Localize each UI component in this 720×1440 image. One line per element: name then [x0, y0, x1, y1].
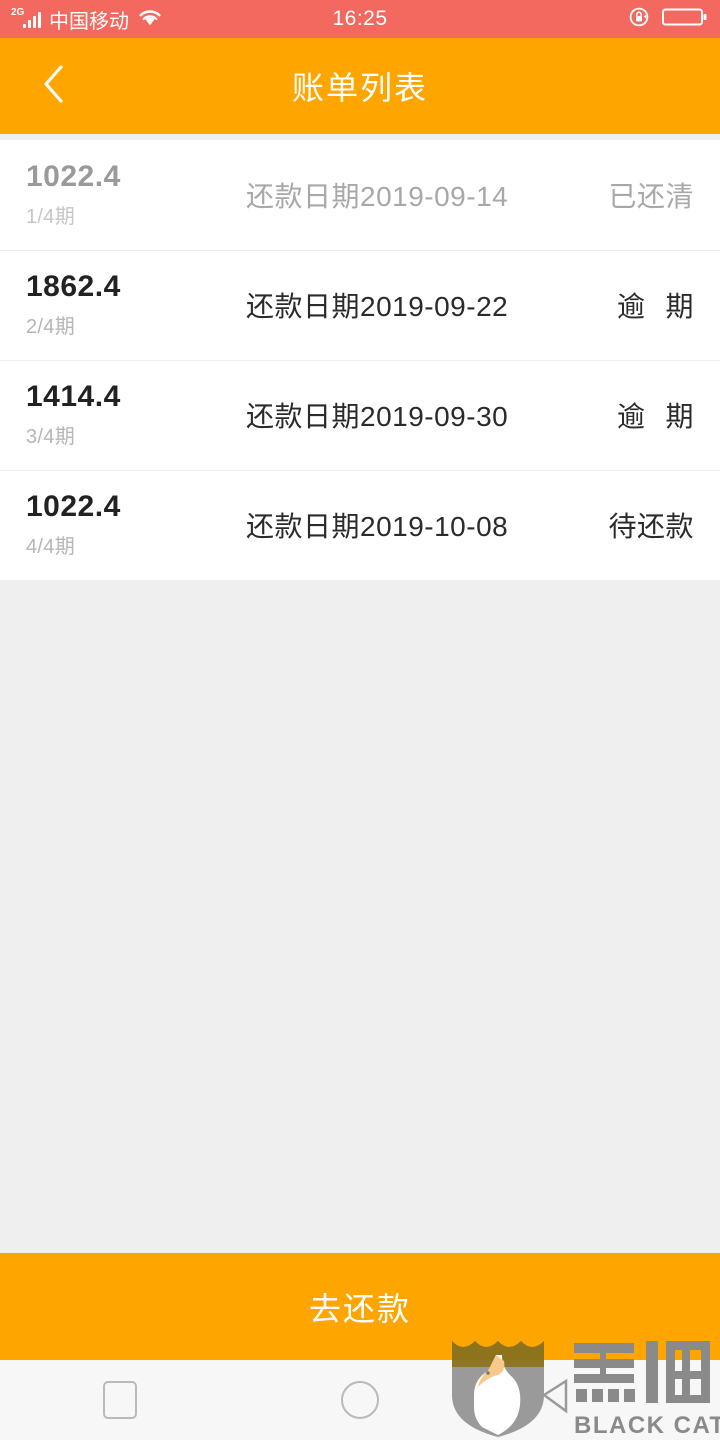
status-char-b: 期: [665, 401, 694, 432]
circle-home-icon: [341, 1381, 379, 1419]
home-button[interactable]: [240, 1381, 480, 1419]
bill-list: 1022.4 1/4期 还款日期2019-09-14 已还清 1862.4 2/…: [0, 140, 720, 580]
status-char-a: 逾: [616, 401, 646, 432]
rotation-lock-icon: [628, 5, 652, 34]
row-date: 还款日期2019-09-14: [246, 181, 509, 212]
status-badge: 已还清: [608, 181, 694, 212]
status-badge: 逾期: [544, 395, 694, 435]
row-term: 1/4期: [26, 206, 76, 229]
row-amount-cell: 1414.4 3/4期: [26, 381, 246, 450]
repay-button[interactable]: 去还款: [0, 1253, 720, 1360]
status-badge: 待还款: [608, 511, 694, 542]
carrier-label: 中国移动: [49, 10, 129, 33]
row-amount: 1414.4: [26, 379, 121, 413]
app-header: 账单列表: [0, 38, 720, 134]
chevron-left-icon: [39, 62, 69, 111]
row-date: 还款日期2019-10-08: [246, 511, 509, 542]
battery-empty-icon: [662, 5, 708, 34]
row-term: 2/4期: [26, 316, 76, 339]
recents-button[interactable]: [0, 1381, 240, 1419]
page-title: 账单列表: [291, 70, 428, 106]
square-recents-icon: [103, 1381, 137, 1419]
table-row[interactable]: 1022.4 4/4期 还款日期2019-10-08 待还款: [0, 470, 720, 580]
status-bar-right: [628, 5, 708, 34]
status-char-b: 期: [665, 291, 694, 322]
row-amount-cell: 1022.4 1/4期: [26, 161, 246, 230]
network-type-label: 2G: [11, 7, 25, 18]
table-row[interactable]: 1414.4 3/4期 还款日期2019-09-30 逾期: [0, 360, 720, 470]
android-nav-bar: [0, 1360, 720, 1440]
status-bar-left: 2G 中国移动: [11, 5, 163, 34]
status-char-a: 逾: [616, 291, 646, 322]
wifi-icon: [137, 7, 163, 32]
row-term: 3/4期: [26, 426, 76, 449]
status-bar: 2G 中国移动 16:25: [0, 0, 720, 38]
row-date: 还款日期2019-09-30: [246, 401, 509, 432]
row-amount: 1022.4: [26, 489, 121, 523]
row-amount: 1022.4: [26, 159, 121, 193]
empty-area: [0, 580, 720, 1250]
row-amount-cell: 1022.4 4/4期: [26, 491, 246, 560]
phone-screen: 2G 中国移动 16:25 账单列表 1022.4 1/4期 还款日期2019-…: [0, 0, 720, 1440]
row-amount: 1862.4: [26, 269, 121, 303]
status-badge: 逾期: [544, 285, 694, 325]
signal-strength-icon: 2G: [11, 7, 41, 28]
table-row[interactable]: 1022.4 1/4期 还款日期2019-09-14 已还清: [0, 140, 720, 250]
row-date: 还款日期2019-09-22: [246, 291, 509, 322]
row-term: 4/4期: [26, 536, 76, 559]
row-amount-cell: 1862.4 2/4期: [26, 271, 246, 340]
back-button[interactable]: [34, 64, 74, 106]
table-row[interactable]: 1862.4 2/4期 还款日期2019-09-22 逾期: [0, 250, 720, 360]
